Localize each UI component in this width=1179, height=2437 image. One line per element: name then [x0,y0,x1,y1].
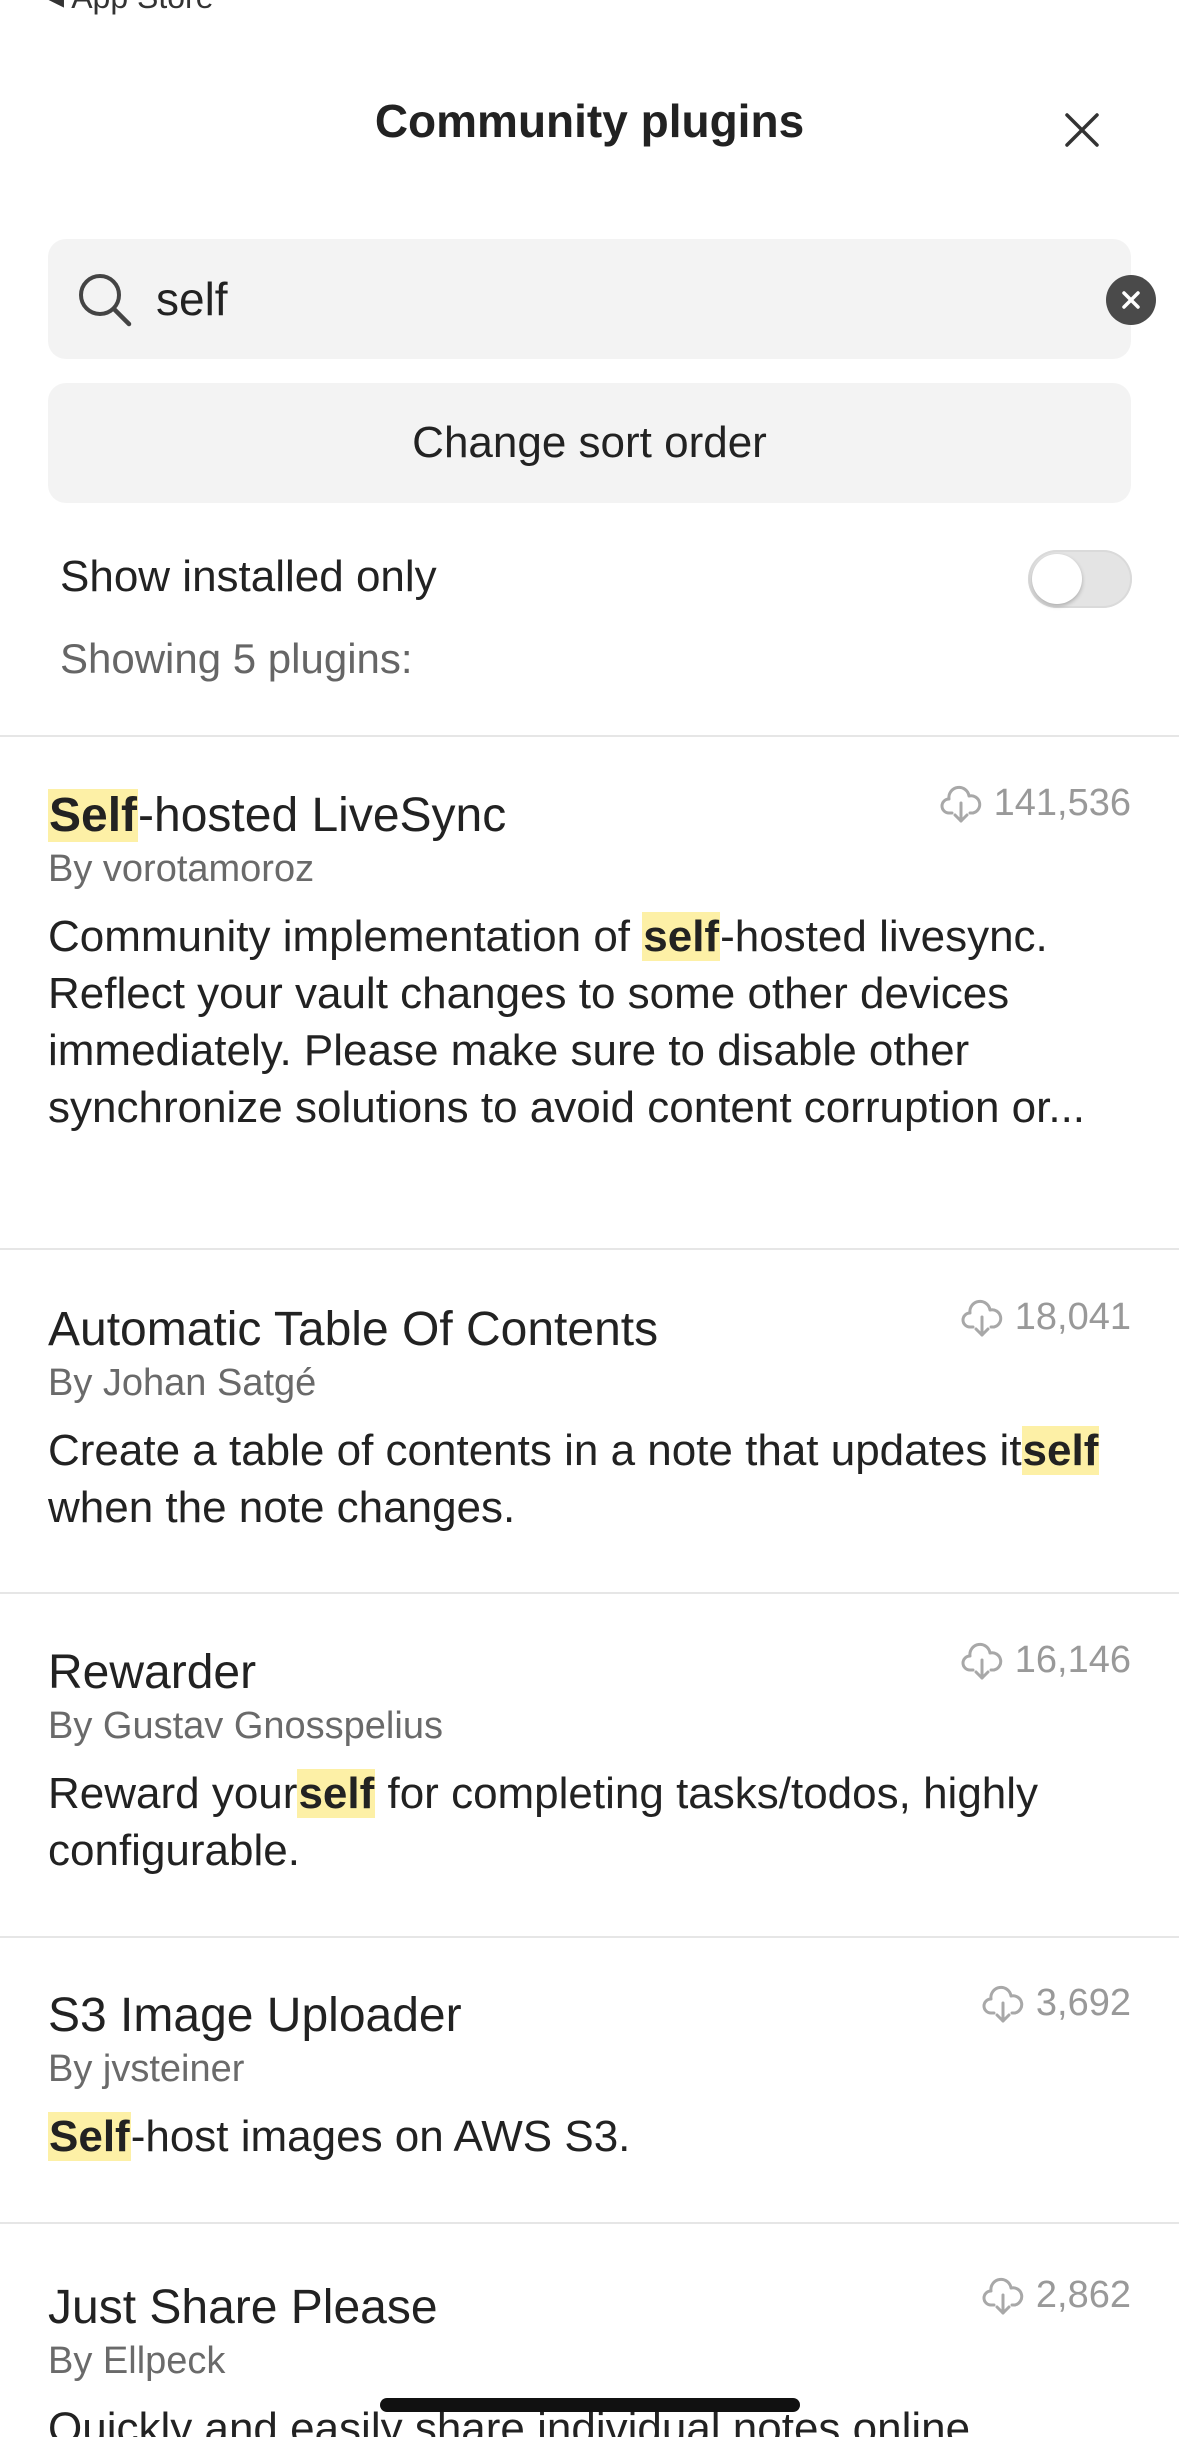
plugin-name: Rewarder [48,1646,257,1699]
plugin-name: Just Share Please [48,2281,438,2334]
description-text: Create a table of contents in a note tha… [48,1426,1022,1475]
clear-icon [1122,291,1140,309]
plugin-description: Create a table of contents in a note tha… [48,1422,1138,1536]
plugin-item-s3-image-uploader[interactable]: S3 Image Uploader 3,692 By jvsteiner Sel… [0,1982,1179,2188]
plugin-item-automatic-table-of-contents[interactable]: Automatic Table Of Contents 18,041 By Jo… [0,1296,1179,1562]
toggle-knob [1032,554,1082,604]
plugin-name: S3 Image Uploader [48,1989,462,2042]
plugin-item-just-share-please[interactable]: Just Share Please 2,862 By Ellpeck Quick… [0,2274,1179,2437]
download-count: 141,536 [940,782,1131,825]
download-cloud-icon [982,2277,1024,2314]
show-installed-only-label: Show installed only [60,552,437,601]
search-highlight: self [642,912,721,961]
divider [0,735,1179,737]
plugin-name: Automatic Table Of Contents [48,1303,659,1356]
description-text: Community implementation of [48,912,643,961]
search-highlight: self [297,1769,376,1818]
search-highlight: Self [48,789,139,842]
plugin-description: Reward yourself for completing tasks/tod… [48,1765,1138,1879]
search-icon [79,274,132,327]
search-highlight: Self [48,2112,131,2161]
divider [0,1248,1179,1250]
plugin-author: By Gustav Gnosspelius [48,1705,443,1747]
plugin-item-self-hosted-livesync[interactable]: Self-hosted LiveSync 141,536 By vorotamo… [0,782,1179,1208]
download-count: 2,862 [982,2274,1131,2317]
plugin-description: Self-host images on AWS S3. [48,2108,1138,2165]
download-count-value: 2,862 [1035,2274,1131,2316]
description-text: -host images on AWS S3. [130,2112,631,2161]
divider [0,1936,1179,1938]
description-text: when the note changes. [48,1483,516,1532]
page-title: Community plugins [374,95,805,147]
description-text: Reward your [48,1769,298,1818]
download-count: 3,692 [982,1982,1131,2025]
home-indicator[interactable] [380,2398,800,2412]
change-sort-order-button[interactable]: Change sort order [48,383,1131,503]
close-icon [1065,113,1099,147]
download-count-value: 3,692 [1035,1982,1131,2024]
download-cloud-icon [961,1642,1002,1679]
download-count-value: 16,146 [1014,1639,1131,1681]
plugin-description: Community implementation of self-hosted … [48,908,1138,1136]
download-count-value: 18,041 [1014,1296,1131,1338]
download-count-value: 141,536 [993,782,1131,824]
close-button[interactable] [1054,102,1110,158]
plugin-item-rewarder[interactable]: Rewarder 16,146 By Gustav Gnosspelius Re… [0,1639,1179,1905]
download-cloud-icon [982,1985,1024,2022]
divider [0,1592,1179,1594]
clear-search-button[interactable] [1106,275,1156,325]
divider [0,2222,1179,2224]
modal-header: Community plugins [0,86,1179,166]
download-count: 16,146 [961,1639,1131,1682]
plugin-author: By Johan Satgé [48,1362,317,1404]
search-bar[interactable] [48,239,1156,359]
search-input[interactable] [156,269,1056,329]
plugin-count-label: Showing 5 plugins: [60,635,413,682]
download-cloud-icon [961,1299,1002,1336]
plugin-author: By vorotamoroz [48,848,315,890]
back-to-app-store[interactable]: ◂ App Store [48,0,214,16]
search-highlight: self [1021,1426,1100,1475]
show-installed-only-toggle[interactable] [1028,550,1132,608]
download-count: 18,041 [961,1296,1131,1339]
plugin-author: By jvsteiner [48,2048,245,2090]
plugin-name-rest: -hosted LiveSync [138,789,507,842]
plugin-name: Self-hosted LiveSync [48,788,506,843]
plugin-author: By Ellpeck [48,2340,226,2382]
download-cloud-icon [940,785,981,822]
